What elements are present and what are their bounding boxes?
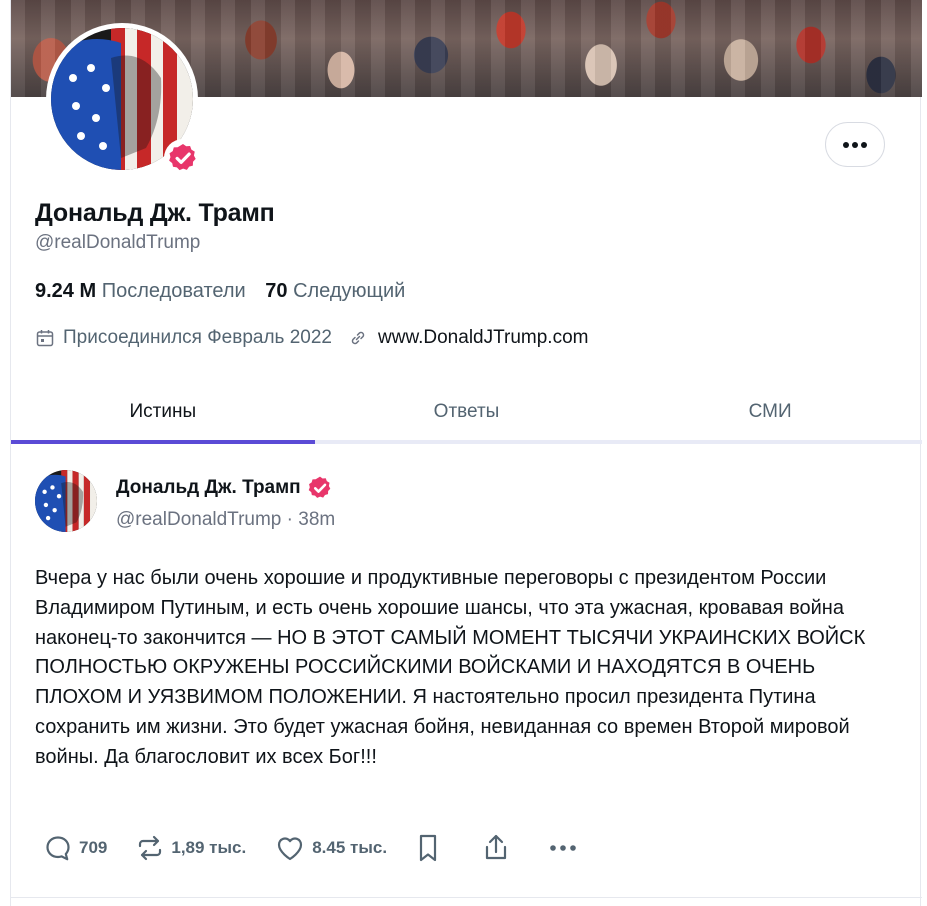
bookmark-icon xyxy=(419,834,437,862)
following-count: 70 xyxy=(265,280,288,302)
profile-page: Дональд Дж. Трамп @realDonaldTrump 9.24 … xyxy=(10,0,922,906)
more-options-button[interactable] xyxy=(825,122,885,167)
post-handle: @realDonaldTrump xyxy=(116,509,282,530)
retruth-icon xyxy=(139,835,162,861)
retruth-count: 1,89 тыс. xyxy=(171,838,247,857)
profile-meta: Присоединился Февраль 2022 www.DonaldJTr… xyxy=(35,327,588,349)
post-author[interactable]: Дональд Дж. Трамп xyxy=(116,475,333,501)
share-icon xyxy=(485,834,507,860)
tab-replies[interactable]: Ответы xyxy=(315,392,619,440)
like-count: 8.45 тыс. xyxy=(312,838,388,857)
joined-date: Присоединился Февраль 2022 xyxy=(63,327,332,348)
post-more-button[interactable] xyxy=(549,844,583,852)
followers-label: Последователи xyxy=(101,280,246,302)
verified-icon xyxy=(164,139,202,177)
following-label: Следующий xyxy=(293,280,406,302)
post-handle-line: @realDonaldTrump · 38m xyxy=(116,509,335,531)
more-icon xyxy=(550,845,576,851)
followers-count: 9.24 M xyxy=(35,280,97,302)
like-button[interactable]: 8.45 тыс. xyxy=(274,833,387,863)
more-icon xyxy=(843,141,867,148)
share-button[interactable] xyxy=(481,832,517,864)
like-icon xyxy=(278,837,303,861)
tab-media[interactable]: СМИ xyxy=(618,392,922,440)
retruth-button[interactable]: 1,89 тыс. xyxy=(135,833,246,863)
website-link[interactable]: www.DonaldJTrump.com xyxy=(378,327,588,349)
bookmark-button[interactable] xyxy=(415,832,447,864)
followers-link[interactable]: 9.24 M Последователи xyxy=(35,280,246,302)
reply-count: 709 xyxy=(79,838,108,857)
tab-truths[interactable]: Истины xyxy=(11,392,315,444)
profile-stats: 9.24 M Последователи 70 Следующий xyxy=(35,280,405,303)
post-author-name: Дональд Дж. Трамп xyxy=(116,477,301,498)
post-time[interactable]: · 38m xyxy=(287,509,336,530)
post-divider xyxy=(11,897,922,898)
profile-tabs: Истины Ответы СМИ xyxy=(11,392,922,444)
reply-button[interactable]: 709 xyxy=(43,833,107,863)
reply-icon xyxy=(46,836,70,861)
post-text: Вчера у нас были очень хорошие и продукт… xyxy=(35,567,866,768)
verified-icon xyxy=(308,476,330,498)
calendar-icon xyxy=(36,330,54,347)
profile-name: Дональд Дж. Трамп xyxy=(35,199,275,227)
link-icon xyxy=(351,331,365,345)
post-actions: 709 1,89 тыс. 8.45 тыс. xyxy=(43,832,583,864)
following-link[interactable]: 70 Следующий xyxy=(265,280,405,302)
profile-handle: @realDonaldTrump xyxy=(35,232,201,253)
post-avatar[interactable] xyxy=(35,470,97,532)
